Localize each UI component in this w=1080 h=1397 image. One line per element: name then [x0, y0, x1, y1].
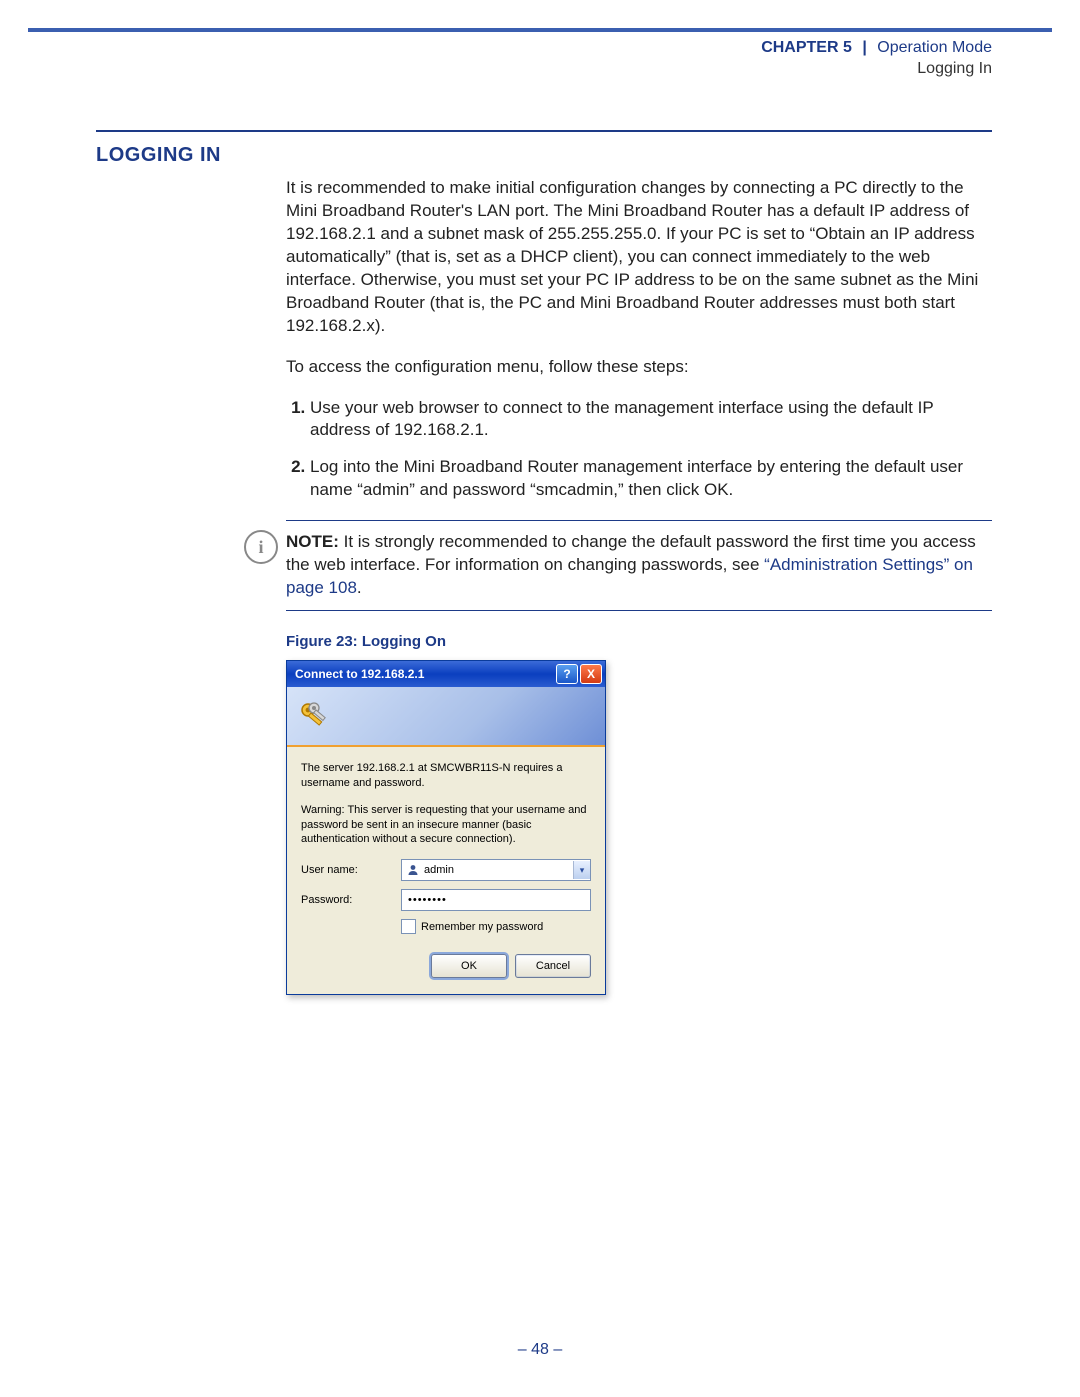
intro-paragraph: It is recommended to make initial config…: [286, 177, 992, 338]
top-rule: [28, 28, 1052, 32]
warning-text: Warning: This server is requesting that …: [301, 803, 591, 848]
step-1: Use your web browser to connect to the m…: [310, 397, 992, 443]
dialog-title: Connect to 192.168.2.1: [295, 667, 424, 681]
separator: |: [856, 39, 872, 56]
info-icon: i: [244, 530, 278, 564]
ok-button[interactable]: OK: [431, 954, 507, 978]
dialog-banner: [287, 687, 605, 747]
dialog-buttons: OK Cancel: [301, 948, 591, 988]
note-rule-top: [286, 520, 992, 521]
steps-intro: To access the configuration menu, follow…: [286, 356, 992, 379]
steps-list: Use your web browser to connect to the m…: [286, 397, 992, 503]
password-mask: ••••••••: [408, 894, 447, 906]
manual-page: CHAPTER 5 | Operation Mode Logging In LO…: [0, 0, 1080, 1397]
remember-row[interactable]: Remember my password: [401, 919, 591, 934]
note-text: NOTE: It is strongly recommended to chan…: [286, 531, 992, 600]
running-sub: Logging In: [761, 59, 992, 80]
section-rule: [96, 130, 992, 132]
password-input[interactable]: ••••••••: [401, 889, 591, 911]
keys-icon: [297, 699, 331, 733]
dialog-titlebar[interactable]: Connect to 192.168.2.1 ? X: [287, 661, 605, 687]
server-text: The server 192.168.2.1 at SMCWBR11S-N re…: [301, 761, 591, 791]
chapter-mode: Operation Mode: [877, 39, 992, 56]
chevron-down-icon[interactable]: ▾: [573, 861, 590, 879]
person-icon: [406, 863, 420, 877]
username-label: User name:: [301, 864, 401, 876]
step-2: Log into the Mini Broadband Router manag…: [310, 456, 992, 502]
dialog-body: The server 192.168.2.1 at SMCWBR11S-N re…: [287, 747, 605, 994]
note-rule-bottom: [286, 610, 992, 611]
chapter-line: CHAPTER 5 | Operation Mode: [761, 38, 992, 59]
figure-caption: Figure 23: Logging On: [286, 633, 992, 650]
auth-dialog: Connect to 192.168.2.1 ? X: [286, 660, 606, 995]
note-block: i NOTE: It is strongly recommended to ch…: [96, 520, 992, 611]
remember-checkbox[interactable]: [401, 919, 416, 934]
password-row: Password: ••••••••: [301, 889, 591, 911]
page-number: – 48 –: [0, 1341, 1080, 1359]
note-label: NOTE:: [286, 532, 339, 551]
running-head: CHAPTER 5 | Operation Mode Logging In: [761, 38, 992, 80]
note-tail: .: [357, 578, 362, 597]
content-area: LOGGING IN It is recommended to make ini…: [96, 130, 992, 995]
titlebar-buttons: ? X: [556, 664, 602, 684]
remember-label: Remember my password: [421, 921, 543, 933]
username-value: admin: [420, 864, 573, 876]
help-button[interactable]: ?: [556, 664, 578, 684]
chapter-label: CHAPTER 5: [761, 39, 852, 56]
username-input[interactable]: admin ▾: [401, 859, 591, 881]
username-row: User name: admin ▾: [301, 859, 591, 881]
cancel-button[interactable]: Cancel: [515, 954, 591, 978]
close-button[interactable]: X: [580, 664, 602, 684]
section-title: LOGGING IN: [96, 144, 992, 167]
body-column: It is recommended to make initial config…: [286, 177, 992, 502]
password-label: Password:: [301, 894, 401, 906]
